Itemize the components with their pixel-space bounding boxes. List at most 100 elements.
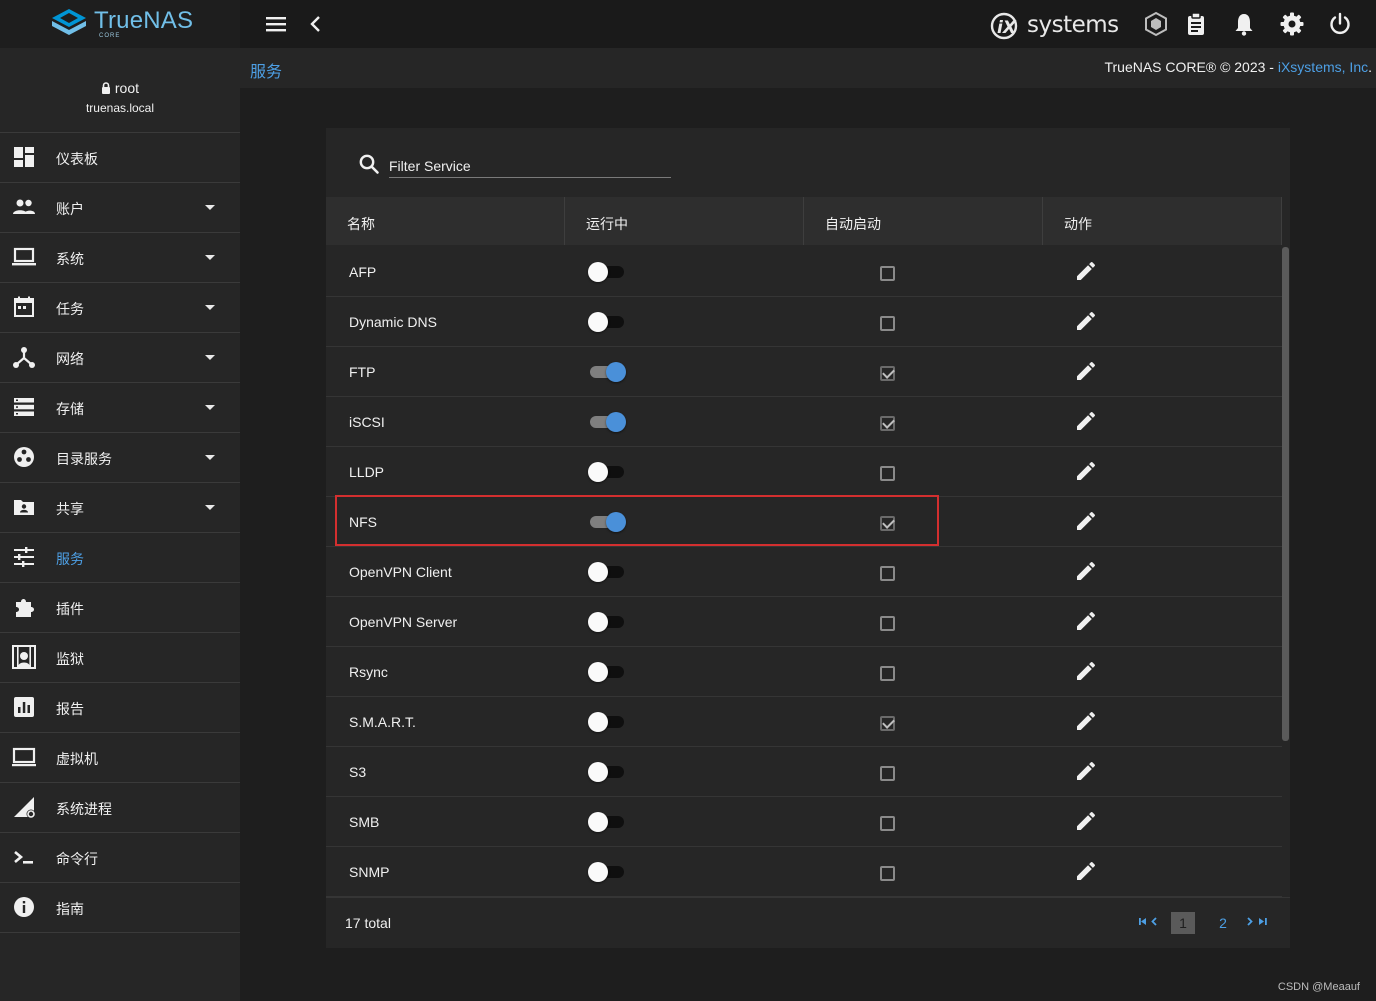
autostart-checkbox[interactable]: [880, 866, 895, 881]
sidebar-item-terminal[interactable]: 命令行: [0, 833, 240, 883]
column-header-autostart[interactable]: 自动启动: [804, 197, 1043, 245]
brand-edition: CORE: [99, 33, 121, 39]
autostart-checkbox[interactable]: [880, 816, 895, 831]
sidebar-item-label: 虚拟机: [56, 751, 98, 767]
ixsystems-link[interactable]: iXsystems, Inc: [1278, 59, 1368, 75]
autostart-checkbox[interactable]: [880, 716, 895, 731]
running-toggle[interactable]: [588, 361, 626, 383]
sidebar-item-calendar[interactable]: 任务: [0, 283, 240, 333]
toggle-thumb: [588, 862, 608, 882]
sidebar-item-label: 服务: [56, 551, 84, 567]
running-toggle[interactable]: [588, 461, 626, 483]
running-toggle[interactable]: [588, 761, 626, 783]
edit-pencil-icon[interactable]: [1074, 309, 1098, 333]
table-scrollbar[interactable]: [1282, 247, 1289, 741]
caret-down-icon[interactable]: [205, 355, 215, 360]
clipboard-icon[interactable]: [1183, 11, 1209, 37]
brand[interactable]: TrueNAS CORE: [0, 0, 240, 48]
edit-pencil-icon[interactable]: [1074, 709, 1098, 733]
sidebar-item-puzzle[interactable]: 插件: [0, 583, 240, 633]
user-box: root truenas.local: [0, 48, 240, 133]
sidebar-item-directory[interactable]: 目录服务: [0, 433, 240, 483]
truecommand-icon[interactable]: [1143, 11, 1169, 37]
last-page-icon[interactable]: [1245, 913, 1269, 931]
sidebar-item-tune[interactable]: 服务: [0, 533, 240, 583]
running-toggle[interactable]: [588, 661, 626, 683]
sidebar-item-dashboard[interactable]: 仪表板: [0, 133, 240, 183]
autostart-checkbox[interactable]: [880, 266, 895, 281]
running-toggle[interactable]: [588, 411, 626, 433]
edit-pencil-icon[interactable]: [1074, 609, 1098, 633]
page-2-button[interactable]: 2: [1211, 912, 1235, 934]
sidebar-item-people[interactable]: 账户: [0, 183, 240, 233]
autostart-checkbox[interactable]: [880, 516, 895, 531]
filter-service-input[interactable]: [389, 150, 671, 178]
column-header-running[interactable]: 运行中: [565, 197, 804, 245]
chevron-left-icon[interactable]: [306, 12, 326, 36]
running-toggle[interactable]: [588, 561, 626, 583]
service-name: NFS: [349, 514, 377, 530]
running-toggle[interactable]: [588, 711, 626, 733]
edit-pencil-icon[interactable]: [1074, 659, 1098, 683]
autostart-checkbox[interactable]: [880, 566, 895, 581]
caret-down-icon[interactable]: [205, 505, 215, 510]
autostart-checkbox[interactable]: [880, 366, 895, 381]
sidebar-item-storage[interactable]: 存储: [0, 383, 240, 433]
gear-icon[interactable]: [1279, 11, 1305, 37]
edit-pencil-icon[interactable]: [1074, 459, 1098, 483]
page-1-button[interactable]: 1: [1171, 912, 1195, 934]
sidebar-item-network[interactable]: 网络: [0, 333, 240, 383]
service-name: OpenVPN Client: [349, 564, 452, 580]
autostart-checkbox[interactable]: [880, 616, 895, 631]
edit-pencil-icon[interactable]: [1074, 359, 1098, 383]
table-row: iSCSI: [326, 397, 1282, 447]
edit-pencil-icon[interactable]: [1074, 509, 1098, 533]
table-row: S3: [326, 747, 1282, 797]
caret-down-icon[interactable]: [205, 405, 215, 410]
edit-pencil-icon[interactable]: [1074, 409, 1098, 433]
sidebar-item-label: 存储: [56, 401, 84, 417]
column-header-actions[interactable]: 动作: [1043, 197, 1282, 245]
user-name: root: [0, 80, 240, 96]
running-toggle[interactable]: [588, 861, 626, 883]
caret-down-icon[interactable]: [205, 255, 215, 260]
caret-down-icon[interactable]: [205, 455, 215, 460]
sidebar: root truenas.local 仪表板 账户 系统 任务 网络存储目录服务 共享服务…: [0, 48, 240, 1001]
network-icon: [13, 347, 35, 368]
edit-pencil-icon[interactable]: [1074, 859, 1098, 883]
first-page-icon[interactable]: [1137, 913, 1159, 931]
power-icon[interactable]: [1327, 11, 1353, 37]
autostart-checkbox[interactable]: [880, 666, 895, 681]
sidebar-item-laptop[interactable]: 系统: [0, 233, 240, 283]
sidebar-item-info[interactable]: 指南: [0, 883, 240, 933]
autostart-checkbox[interactable]: [880, 416, 895, 431]
running-toggle[interactable]: [588, 611, 626, 633]
caret-down-icon[interactable]: [205, 305, 215, 310]
breadcrumb[interactable]: 服务: [250, 58, 282, 82]
caret-down-icon[interactable]: [205, 205, 215, 210]
column-header-name[interactable]: 名称: [326, 197, 565, 245]
edit-pencil-icon[interactable]: [1074, 759, 1098, 783]
autostart-checkbox[interactable]: [880, 466, 895, 481]
running-toggle[interactable]: [588, 311, 626, 333]
copyright: TrueNAS CORE® © 2023 - iXsystems, Inc.: [1104, 59, 1372, 75]
edit-pencil-icon[interactable]: [1074, 259, 1098, 283]
laptop-icon: [12, 247, 36, 266]
autostart-checkbox[interactable]: [880, 766, 895, 781]
toggle-thumb: [588, 762, 608, 782]
edit-pencil-icon[interactable]: [1074, 559, 1098, 583]
sidebar-item-share-folder[interactable]: 共享: [0, 483, 240, 533]
edit-pencil-icon[interactable]: [1074, 809, 1098, 833]
sidebar-item-chart[interactable]: 报告: [0, 683, 240, 733]
sidebar-item-computer[interactable]: 虚拟机: [0, 733, 240, 783]
running-toggle[interactable]: [588, 811, 626, 833]
chart-icon: [14, 697, 34, 717]
sidebar-item-processes[interactable]: 系统进程: [0, 783, 240, 833]
sidebar-item-jail[interactable]: 监狱: [0, 633, 240, 683]
table-row: Rsync: [326, 647, 1282, 697]
running-toggle[interactable]: [588, 261, 626, 283]
autostart-checkbox[interactable]: [880, 316, 895, 331]
running-toggle[interactable]: [588, 511, 626, 533]
menu-icon[interactable]: [263, 13, 289, 35]
bell-icon[interactable]: [1231, 11, 1257, 37]
